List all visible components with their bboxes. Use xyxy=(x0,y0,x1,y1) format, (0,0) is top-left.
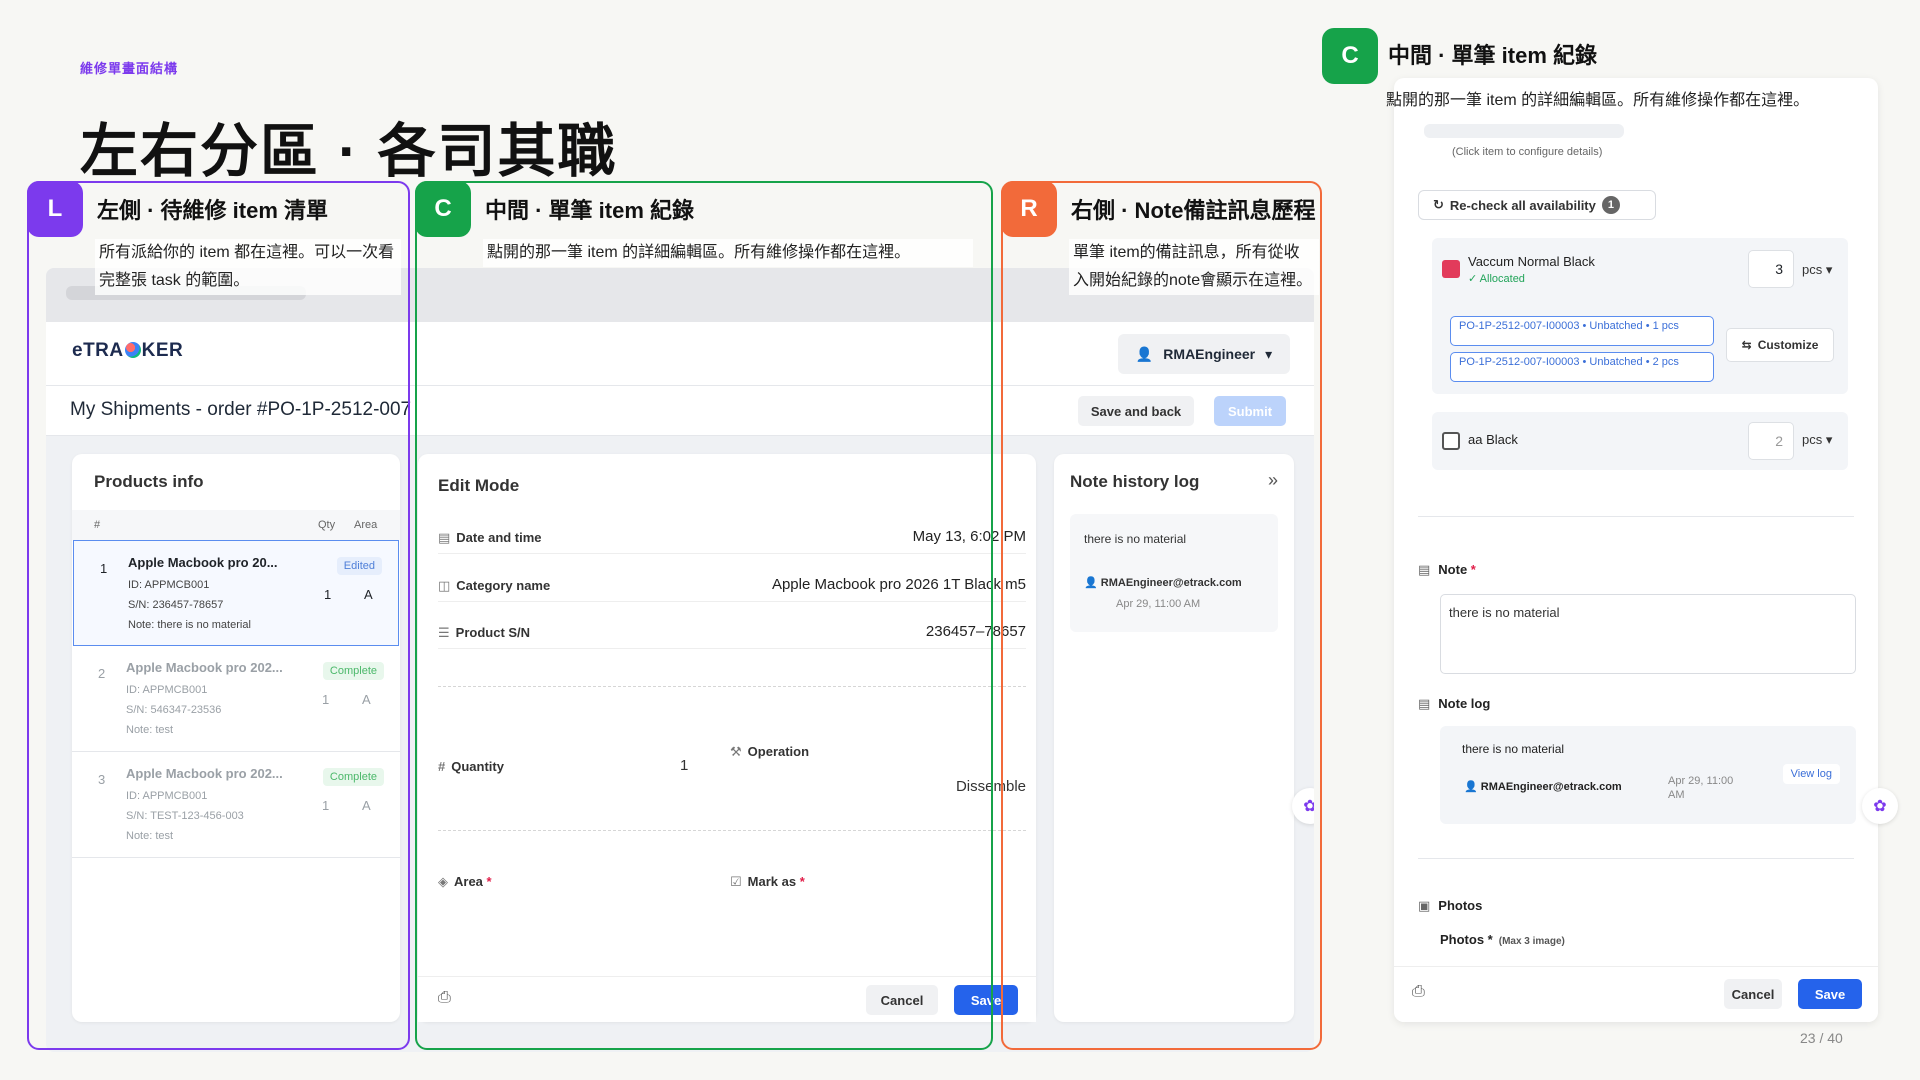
slide-title: 左右分區 · 各司其職 xyxy=(80,119,618,184)
zoom-footer: ⎙ Cancel Save xyxy=(1394,966,1878,1022)
zoom-desc: 點開的那一筆 item 的詳細編輯區。所有維修操作都在這裡。 xyxy=(1386,92,1810,109)
zone-center: C 中間 · 單筆 item 紀錄 點開的那一筆 item 的詳細編輯區。所有維… xyxy=(415,181,993,1050)
material-checkbox[interactable] xyxy=(1442,260,1460,278)
batch-chip[interactable]: PO-1P-2512-007-I00003 • Unbatched • 2 pc… xyxy=(1450,352,1714,382)
customize-button[interactable]: ⇆ Customize xyxy=(1726,328,1834,362)
zoom-panel: (Click item to configure details) ↻ Re-c… xyxy=(1394,78,1878,1022)
slide-eyebrow: 維修單畫面結構 xyxy=(80,61,179,76)
recheck-label: Re-check all availability xyxy=(1449,197,1596,213)
batch-chip[interactable]: PO-1P-2512-007-I00003 • Unbatched • 1 pc… xyxy=(1450,316,1714,346)
zone-right: R 右側 · Note備註訊息歷程 單筆 item的備註訊息，所有從收入開始紀錄… xyxy=(1001,181,1322,1050)
recheck-count: 1 xyxy=(1601,196,1620,214)
note-log-label: ▤ Note log xyxy=(1418,696,1491,711)
zone-tag: R xyxy=(1001,181,1057,237)
recheck-availability-button[interactable]: ↻ Re-check all availability 1 xyxy=(1418,190,1656,220)
material-row: Vaccum Normal Black ✓ Allocated 3 pcs ▾ … xyxy=(1432,238,1848,394)
zone-desc: 單筆 item的備註訊息，所有從收入開始紀錄的note會顯示在這裡。 xyxy=(1069,239,1319,295)
page-number: 23 / 40 xyxy=(1800,1030,1843,1046)
refresh-icon: ↻ xyxy=(1433,197,1444,212)
zone-title: 左側 · 待維修 item 清單 xyxy=(97,198,329,223)
unit-select[interactable]: pcs ▾ xyxy=(1802,262,1832,278)
swap-icon: ⇆ xyxy=(1741,338,1752,352)
cancel-button[interactable]: Cancel xyxy=(1724,979,1782,1009)
zoom-tag: C xyxy=(1322,28,1378,84)
zone-title: 中間 · 單筆 item 紀錄 xyxy=(485,198,695,223)
zone-tag: L xyxy=(27,181,83,237)
check-circle-icon: ✓ xyxy=(1468,273,1478,285)
ai-assistant-icon[interactable]: ✿ xyxy=(1862,788,1898,824)
photos-hint: (Max 3 image) xyxy=(1498,936,1565,947)
zoom-ghost-text xyxy=(1424,124,1624,138)
zone-tag: C xyxy=(415,181,471,237)
note-label: ▤ Note * xyxy=(1418,562,1476,577)
photos-label: ▣ Photos xyxy=(1418,898,1483,913)
zoom-title: 中間 · 單筆 item 紀錄 xyxy=(1388,43,1598,68)
material-name: aa Black xyxy=(1468,432,1518,447)
material-checkbox[interactable] xyxy=(1442,432,1460,450)
quantity-input[interactable]: 3 xyxy=(1748,250,1794,288)
allocated-status: ✓ Allocated xyxy=(1468,273,1525,285)
printer-icon[interactable]: ⎙ xyxy=(1412,983,1425,1001)
zone-desc: 所有派給你的 item 都在這裡。可以一次看完整張 task 的範圍。 xyxy=(95,239,401,295)
quantity-input[interactable]: 2 xyxy=(1748,422,1794,460)
zone-left: L 左側 · 待維修 item 清單 所有派給你的 item 都在這裡。可以一次… xyxy=(27,181,410,1050)
save-button[interactable]: Save xyxy=(1798,979,1862,1009)
zone-desc: 點開的那一筆 item 的詳細編輯區。所有維修操作都在這裡。 xyxy=(483,239,973,267)
image-icon: ▣ xyxy=(1418,898,1431,913)
note-log-item: there is no material 👤 RMAEngineer@etrac… xyxy=(1440,726,1856,824)
unit-select[interactable]: pcs ▾ xyxy=(1802,432,1832,448)
document-icon: ▤ xyxy=(1418,562,1431,577)
click-hint: (Click item to configure details) xyxy=(1452,146,1603,158)
material-row: aa Black 2 pcs ▾ xyxy=(1432,412,1848,470)
log-author: 👤 RMAEngineer@etrack.com xyxy=(1464,781,1622,793)
log-text: there is no material xyxy=(1462,742,1565,756)
user-icon: 👤 xyxy=(1464,781,1478,793)
view-log-button[interactable]: View log xyxy=(1782,764,1840,784)
document-icon: ▤ xyxy=(1418,696,1431,711)
note-textarea[interactable]: there is no material xyxy=(1440,594,1856,674)
zone-title: 右側 · Note備註訊息歷程 xyxy=(1071,198,1316,223)
material-name: Vaccum Normal Black xyxy=(1468,254,1595,269)
photos-sub-label: Photos * (Max 3 image) xyxy=(1440,932,1565,947)
log-time: Apr 29, 11:00 AM xyxy=(1668,775,1734,802)
